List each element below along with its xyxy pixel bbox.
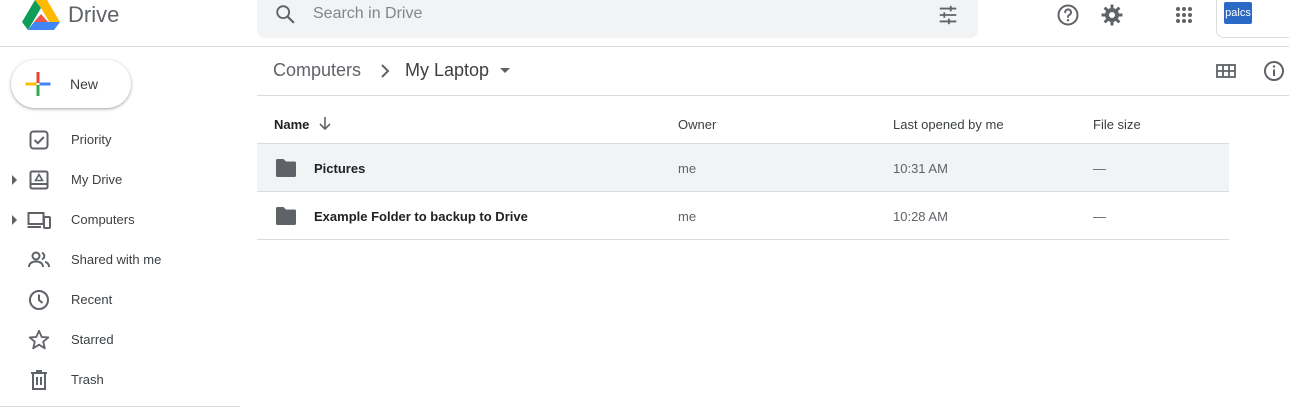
column-header-name[interactable]: Name <box>274 117 309 132</box>
folder-icon <box>276 207 296 225</box>
file-name: Pictures <box>314 161 366 176</box>
file-last-opened: 10:28 AM <box>893 209 948 224</box>
account-area[interactable]: palcs <box>1216 0 1289 38</box>
sidebar-item-label: Trash <box>71 372 104 387</box>
file-owner: me <box>678 161 697 176</box>
star-icon <box>28 329 50 350</box>
trash-icon <box>31 370 47 390</box>
grid-view-icon[interactable] <box>1214 59 1238 83</box>
search-icon[interactable] <box>274 3 296 25</box>
priority-icon <box>29 130 49 150</box>
table-row[interactable]: Pictures me 10:31 AM — <box>257 144 1229 192</box>
content-divider <box>257 95 1289 96</box>
help-icon[interactable] <box>1056 3 1080 27</box>
new-button-label: New <box>70 76 99 92</box>
search-options-icon[interactable] <box>937 4 959 26</box>
file-size: — <box>1093 209 1106 224</box>
breadcrumb-computers[interactable]: Computers <box>273 60 361 81</box>
sidebar-item-label: Starred <box>71 332 114 347</box>
drive-logo-icon[interactable] <box>22 0 60 30</box>
breadcrumb-current[interactable]: My Laptop <box>405 60 489 81</box>
file-last-opened: 10:31 AM <box>893 161 948 176</box>
expand-arrow-icon[interactable] <box>12 175 17 185</box>
sidebar-item-computers[interactable]: Computers <box>0 200 240 240</box>
apps-grid-icon[interactable] <box>1172 3 1196 27</box>
column-header-last-opened[interactable]: Last opened by me <box>893 117 1004 132</box>
file-size: — <box>1093 161 1106 176</box>
sidebar-item-label: Shared with me <box>71 252 162 267</box>
search-input[interactable] <box>313 2 913 26</box>
sidebar-item-label: Recent <box>71 292 113 307</box>
chevron-down-icon[interactable] <box>500 68 510 73</box>
sidebar-item-recent[interactable]: Recent <box>0 280 240 320</box>
table-row[interactable]: Example Folder to backup to Drive me 10:… <box>257 192 1229 240</box>
plus-icon <box>25 72 51 96</box>
sidebar-item-label: Priority <box>71 132 112 147</box>
file-owner: me <box>678 209 697 224</box>
app-title[interactable]: Drive <box>68 2 119 28</box>
chevron-right-icon <box>381 64 390 78</box>
computers-icon <box>27 212 51 229</box>
my-drive-icon <box>29 170 49 190</box>
info-icon[interactable] <box>1262 59 1286 83</box>
file-name: Example Folder to backup to Drive <box>314 209 528 224</box>
sidebar-item-starred[interactable]: Starred <box>0 320 240 360</box>
sidebar-item-label: My Drive <box>71 172 123 187</box>
settings-gear-icon[interactable] <box>1100 3 1124 27</box>
sidebar-item-shared-with-me[interactable]: Shared with me <box>0 240 240 280</box>
column-header-owner[interactable]: Owner <box>678 117 716 132</box>
sidebar-item-my-drive[interactable]: My Drive <box>0 160 240 200</box>
expand-arrow-icon[interactable] <box>12 215 17 225</box>
new-button[interactable]: New <box>11 60 131 108</box>
shared-icon <box>28 251 50 268</box>
sidebar-divider <box>0 406 240 407</box>
arrow-down-icon[interactable] <box>316 114 334 132</box>
avatar[interactable]: palcs <box>1224 2 1252 24</box>
folder-icon <box>276 159 296 177</box>
column-header-file-size[interactable]: File size <box>1093 117 1141 132</box>
sidebar-item-priority[interactable]: Priority <box>0 120 240 160</box>
clock-icon <box>29 290 49 310</box>
top-bar: Drive Search in Drive palcs <box>0 0 1289 47</box>
sidebar-item-label: Computers <box>71 212 135 227</box>
sidebar-item-trash[interactable]: Trash <box>0 360 240 400</box>
